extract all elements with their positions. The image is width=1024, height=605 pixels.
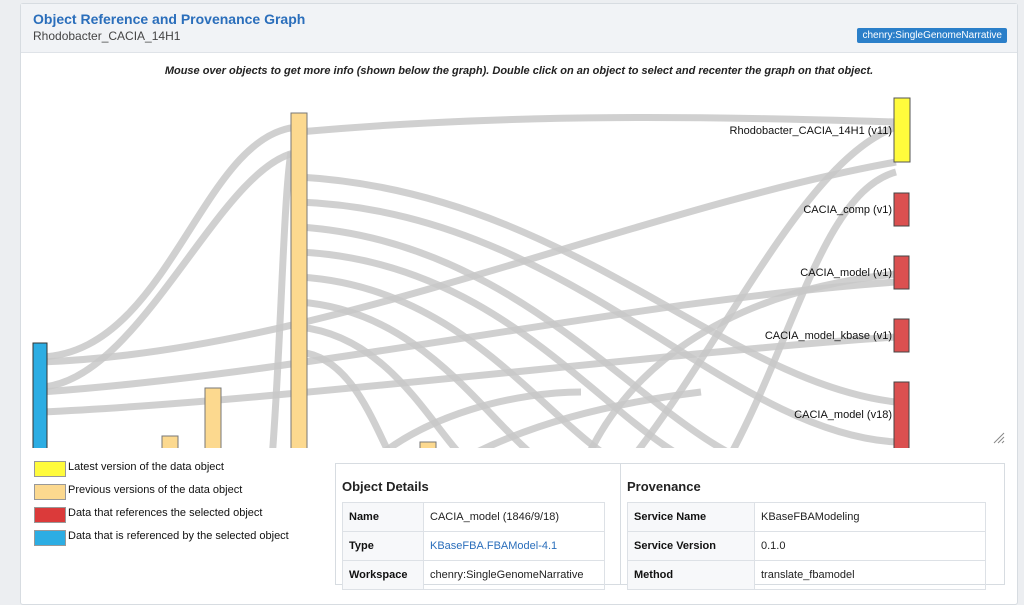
- previous-version-node-main[interactable]: [290, 112, 308, 448]
- node-label: CACIA_model_kbase (v1): [765, 330, 892, 342]
- narrative-badge[interactable]: chenry:SingleGenomeNarrative: [857, 28, 1007, 43]
- node-label: CACIA_model (v1): [800, 267, 892, 279]
- legend-swatch: [34, 461, 66, 477]
- table-row: Name CACIA_model (1846/9/18): [342, 502, 605, 532]
- provenance-heading: Provenance: [627, 479, 701, 494]
- details-value: KBaseFBA.FBAModel-4.1: [423, 531, 605, 561]
- reference-node-cacia-model-v1[interactable]: [893, 255, 910, 290]
- previous-version-node[interactable]: [161, 435, 179, 448]
- graph-links: [40, 114, 898, 448]
- provenance-table: Service Name KBaseFBAModeling Service Ve…: [627, 502, 986, 590]
- provenance-value: translate_fbamodel: [754, 560, 986, 590]
- provenance-key: Method: [627, 560, 755, 590]
- provenance-graph[interactable]: Rhodobacter_CACIA_14H1 (v11) CACIA_comp …: [21, 52, 1017, 448]
- provenance-panel-info: Provenance Service Name KBaseFBAModeling…: [621, 464, 1004, 590]
- object-name-subtitle: Rhodobacter_CACIA_14H1: [33, 29, 181, 43]
- table-row: Service Version 0.1.0: [627, 531, 986, 561]
- legend-label: Data that is referenced by the selected …: [68, 530, 289, 542]
- resize-handle-icon[interactable]: [993, 432, 1005, 444]
- object-type-link[interactable]: KBaseFBA.FBAModel-4.1: [430, 540, 557, 552]
- provenance-value: KBaseFBAModeling: [754, 502, 986, 532]
- legend-swatch: [34, 484, 66, 500]
- table-row: Method translate_fbamodel: [627, 560, 986, 590]
- details-section: Object Details Name CACIA_model (1846/9/…: [335, 463, 1005, 590]
- node-label: Rhodobacter_CACIA_14H1 (v11): [730, 125, 892, 137]
- panel-header: Object Reference and Provenance Graph Rh…: [21, 4, 1017, 53]
- graph-canvas[interactable]: Rhodobacter_CACIA_14H1 (v11) CACIA_comp …: [21, 52, 1017, 448]
- legend-swatch: [34, 530, 66, 546]
- reference-node-cacia-comp[interactable]: [893, 192, 910, 227]
- legend-label: Data that references the selected object: [68, 507, 263, 519]
- object-details-panel: Object Details Name CACIA_model (1846/9/…: [336, 464, 621, 590]
- details-key: Workspace: [342, 560, 424, 590]
- legend-label: Previous versions of the data object: [68, 484, 243, 496]
- reference-node-cacia-model-kbase[interactable]: [893, 318, 910, 353]
- provenance-value: 0.1.0: [754, 531, 986, 561]
- provenance-key: Service Version: [627, 531, 755, 561]
- details-value: chenry:SingleGenomeNarrative: [423, 560, 605, 590]
- previous-version-node[interactable]: [204, 387, 222, 448]
- table-row: Type KBaseFBA.FBAModel-4.1: [342, 531, 605, 561]
- object-details-heading: Object Details: [342, 479, 429, 494]
- legend-label: Latest version of the data object: [68, 461, 224, 473]
- table-row: Service Name KBaseFBAModeling: [627, 502, 986, 532]
- details-key: Name: [342, 502, 424, 532]
- latest-version-node[interactable]: [893, 97, 911, 163]
- provenance-key: Service Name: [627, 502, 755, 532]
- legend-swatch: [34, 507, 66, 523]
- details-value: CACIA_model (1846/9/18): [423, 502, 605, 532]
- object-details-table: Name CACIA_model (1846/9/18) Type KBaseF…: [342, 502, 605, 590]
- details-key: Type: [342, 531, 424, 561]
- table-row: Workspace chenry:SingleGenomeNarrative: [342, 560, 605, 590]
- previous-version-node[interactable]: [419, 441, 437, 448]
- reference-node-cacia-model-v18[interactable]: [893, 381, 910, 448]
- referenced-object-node[interactable]: [32, 342, 48, 448]
- graph-instructions: Mouse over objects to get more info (sho…: [164, 65, 874, 77]
- node-label: CACIA_comp (v1): [803, 204, 892, 216]
- node-label: CACIA_model (v18): [794, 409, 892, 421]
- panel-title: Object Reference and Provenance Graph: [33, 11, 306, 27]
